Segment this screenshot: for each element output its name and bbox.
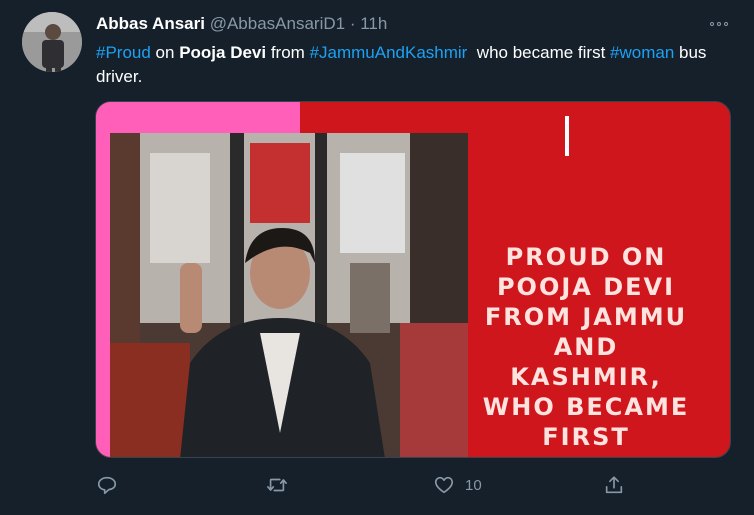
timestamp[interactable]: 11h <box>360 14 387 33</box>
like-button[interactable]: 10 <box>433 470 482 500</box>
share-icon <box>605 476 623 494</box>
retweet-button[interactable] <box>266 470 288 500</box>
display-name[interactable]: Abbas Ansari <box>96 14 205 33</box>
tweet[interactable]: Abbas Ansari @AbbasAnsariD1 · 11h #Proud… <box>0 0 754 515</box>
media-divider <box>565 116 569 156</box>
tweet-actions: 10 <box>0 470 754 500</box>
media-pink-strip <box>96 102 300 133</box>
avatar[interactable] <box>22 12 82 72</box>
media-photo <box>110 133 468 457</box>
tweet-header: Abbas Ansari @AbbasAnsariD1 · 11h <box>96 13 387 35</box>
reply-icon <box>97 476 117 495</box>
user-handle[interactable]: @AbbasAnsariD1 <box>210 14 345 33</box>
media-pink-left <box>96 102 110 457</box>
reply-button[interactable] <box>96 470 118 500</box>
hashtag-woman[interactable]: #woman <box>610 43 674 62</box>
retweet-icon <box>267 478 287 492</box>
more-horizontal-icon[interactable] <box>706 14 732 34</box>
text-from: from <box>266 43 310 62</box>
like-count: 10 <box>465 476 482 494</box>
tweet-media[interactable]: PROUD ON POOJA DEVI FROM JAMMU AND KASHM… <box>95 101 731 458</box>
text-on: on <box>150 43 180 62</box>
text-who: who became first <box>467 43 611 62</box>
share-button[interactable] <box>603 470 625 500</box>
hashtag-jammu-and-kashmir[interactable]: #JammuAndKashmir <box>310 43 468 62</box>
media-overlay-text: PROUD ON POOJA DEVI FROM JAMMU AND KASHM… <box>482 243 690 457</box>
hashtag-proud[interactable]: #Proud <box>96 43 151 62</box>
separator-dot: · <box>349 14 356 33</box>
heart-icon <box>434 476 454 494</box>
tweet-text: #Proud on Pooja Devi from #JammuAndKashm… <box>96 41 736 89</box>
text-name: Pooja Devi <box>179 43 267 62</box>
